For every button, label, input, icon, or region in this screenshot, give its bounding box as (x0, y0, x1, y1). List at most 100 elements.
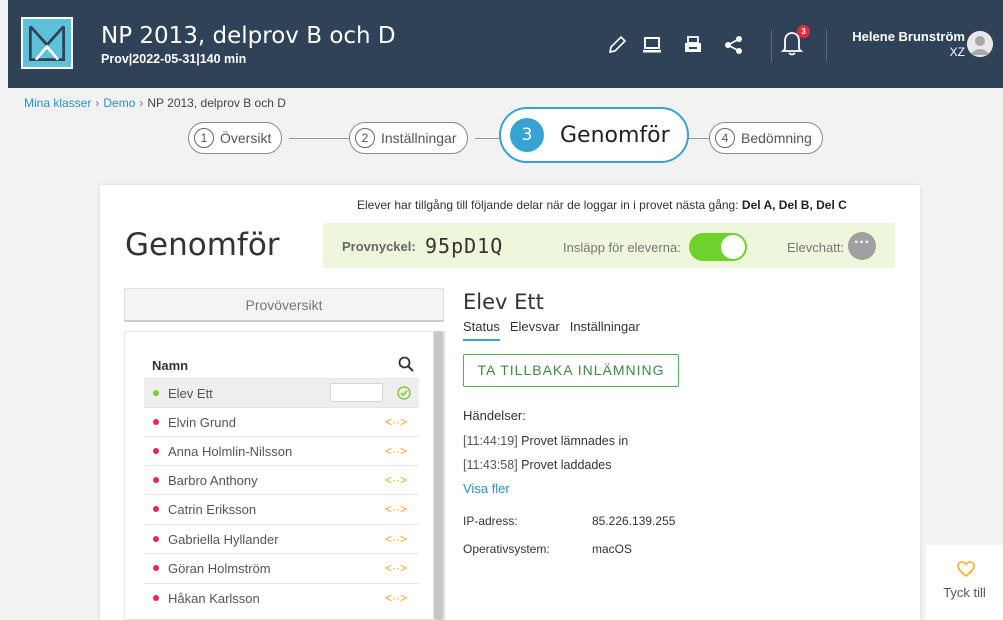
toggle-knob (721, 235, 745, 259)
exam-title-block: NP 2013, delprov B och D Prov|2022-05-31… (101, 22, 396, 66)
feedback-button[interactable]: Tyck till (926, 545, 1003, 620)
step-label: Inställningar (381, 130, 457, 146)
in-progress-icon: <··> (384, 561, 407, 575)
breadcrumb-link-demo[interactable]: Demo (103, 96, 135, 110)
student-list-scrollbar[interactable] (433, 331, 445, 620)
student-row[interactable]: Anna Holmlin-Nilsson <··> (144, 436, 419, 465)
header-divider (826, 30, 827, 62)
app-logo[interactable] (21, 17, 73, 69)
os-label: Operativsystem: (463, 542, 550, 556)
student-chat-label: Elevchatt: (787, 240, 845, 255)
status-dot (153, 595, 159, 601)
exam-key-label: Provnyckel: (342, 239, 416, 254)
student-name: Barbro Anthony (168, 472, 258, 488)
student-name: Elev Ett (168, 385, 213, 401)
status-dot (153, 536, 159, 542)
student-entry-label: Insläpp för eleverna: (563, 240, 681, 255)
student-name: Catrin Eriksson (168, 501, 257, 517)
student-row[interactable]: Elvin Grund <··> (144, 407, 419, 436)
exam-subtitle: Prov|2022-05-31|140 min (101, 52, 247, 66)
student-row[interactable]: Gabriella Hyllander <··> (144, 524, 419, 553)
ip-label: IP-adress: (463, 514, 518, 528)
status-dot (153, 390, 159, 396)
student-row[interactable]: Elev Ett (144, 378, 419, 407)
in-progress-icon: <··> (384, 444, 407, 458)
status-dot (153, 477, 159, 483)
student-row[interactable]: Göran Holmström <··> (144, 553, 419, 582)
step-label: Genomför (560, 122, 670, 148)
avatar[interactable] (967, 31, 993, 57)
stepper-connector (289, 138, 349, 139)
student-name: Håkan Karlsson (168, 590, 260, 606)
event-time: [11:43:58] (463, 458, 518, 472)
check-circle-icon (397, 386, 411, 400)
access-text: Elever har tillgång till följande delar … (357, 198, 742, 212)
name-column-header: Namn (152, 358, 189, 373)
search-icon[interactable] (398, 356, 414, 372)
ip-value: 85.226.139.255 (592, 514, 676, 528)
header-divider (771, 30, 772, 62)
step-number: 4 (715, 128, 735, 148)
event-text: Provet laddades (521, 458, 612, 472)
os-value: macOS (592, 542, 633, 556)
status-dot (153, 419, 159, 425)
tab-status[interactable]: Status (463, 319, 500, 341)
student-name: Gabriella Hyllander (168, 531, 279, 547)
step-grading[interactable]: 4 Bedömning (709, 122, 823, 154)
show-more-link[interactable]: Visa fler (463, 481, 510, 496)
student-detail-name: Elev Ett (463, 290, 544, 314)
status-dot (153, 448, 159, 454)
breadcrumb-link-classes[interactable]: Mina klasser (24, 96, 91, 110)
status-dot (153, 565, 159, 571)
in-progress-icon: <··> (384, 591, 407, 605)
exam-key-value: 95pD1Q (425, 234, 504, 258)
chat-bubble-icon[interactable]: ··· (848, 232, 876, 260)
in-progress-icon: <··> (384, 415, 407, 429)
breadcrumb-separator-icon: › (95, 96, 100, 110)
share-icon[interactable] (723, 34, 745, 56)
feedback-label: Tyck till (943, 585, 986, 600)
student-entry-toggle[interactable] (689, 233, 747, 261)
access-info: Elever har tillgång till följande delar … (357, 198, 847, 212)
scrollbar-thumb[interactable] (434, 331, 443, 620)
user-name: Helene Brunström (852, 29, 965, 44)
in-progress-icon: <··> (384, 532, 407, 546)
in-progress-icon: <··> (384, 473, 407, 487)
page-title: Genomför (125, 227, 280, 263)
withdraw-submission-button[interactable]: TA TILLBAKA INLÄMNING (463, 354, 679, 387)
tab-student-answers[interactable]: Elevsvar (510, 319, 560, 341)
status-dot (153, 506, 159, 512)
student-row[interactable]: Barbro Anthony <··> (144, 465, 419, 494)
student-row[interactable]: Håkan Karlsson <··> (144, 583, 419, 612)
step-overview[interactable]: 1 Översikt (188, 122, 283, 154)
event-time: [11:44:19] (463, 434, 518, 448)
step-number: 3 (510, 118, 544, 152)
user-menu[interactable]: Helene Brunström XZ (852, 29, 965, 59)
step-label: Bedömning (741, 130, 812, 146)
exam-title: NP 2013, delprov B och D (101, 23, 396, 49)
user-code: XZ (949, 45, 965, 59)
student-detail-tabs: Status Elevsvar Inställningar (463, 319, 640, 341)
event-row: [11:44:19] Provet lämnades in (463, 434, 628, 448)
student-name: Göran Holmström (168, 560, 271, 576)
printer-icon[interactable] (682, 34, 704, 56)
in-progress-icon: <··> (384, 502, 407, 516)
student-points-input[interactable] (330, 383, 383, 402)
exam-overview-button[interactable]: Provöversikt (124, 288, 444, 322)
heart-icon (957, 561, 975, 578)
step-number: 1 (194, 128, 214, 148)
laptop-icon[interactable] (641, 34, 663, 56)
stepper-connector (475, 138, 501, 139)
step-settings[interactable]: 2 Inställningar (349, 122, 468, 154)
step-label: Översikt (220, 130, 272, 146)
breadcrumb-current: NP 2013, delprov B och D (147, 96, 286, 110)
notification-badge: 3 (797, 25, 810, 38)
breadcrumb: Mina klasser › Demo › NP 2013, delprov B och… (24, 96, 286, 110)
step-conduct[interactable]: 3 Genomför (499, 107, 689, 163)
access-parts: Del A, Del B, Del C (741, 198, 847, 212)
stepper-connector (687, 138, 709, 139)
student-row[interactable]: Catrin Eriksson <··> (144, 494, 419, 523)
pencil-icon[interactable] (606, 34, 628, 56)
tab-settings[interactable]: Inställningar (570, 319, 640, 341)
breadcrumb-separator-icon: › (139, 96, 144, 110)
